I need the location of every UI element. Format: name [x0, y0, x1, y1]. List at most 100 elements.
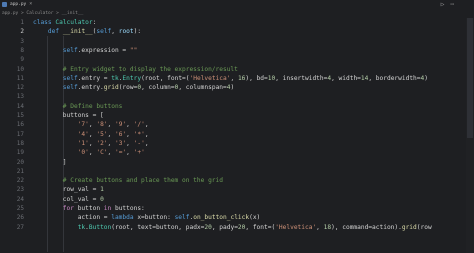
- line-number: 2: [20, 28, 24, 36]
- code-token: , columnspan=: [178, 84, 227, 92]
- line-number: 15: [16, 112, 24, 119]
- code-line[interactable]: class Calculator:: [33, 18, 96, 27]
- line-number: 17: [16, 130, 24, 138]
- vertical-scrollbar[interactable]: [466, 18, 474, 253]
- code-token: '9': [114, 121, 127, 129]
- code-line[interactable]: '1', '2', '3', '-',: [33, 139, 149, 148]
- code-token: (root, font=(: [141, 74, 190, 82]
- code-token: , column=: [141, 84, 175, 92]
- line-number: 13: [16, 93, 24, 101]
- code-token: Entry: [122, 74, 142, 82]
- line-number: 25: [16, 205, 24, 212]
- run-icon[interactable]: ▷: [441, 1, 445, 8]
- code-line[interactable]: '0', 'C', '=', '+': [33, 148, 145, 157]
- code-token: '*': [133, 130, 145, 138]
- code-line[interactable]: '7', '8', '9', '/',: [33, 120, 149, 129]
- code-line[interactable]: action = lambda x=button: self.on_button…: [33, 213, 261, 222]
- code-line[interactable]: buttons = [: [33, 111, 104, 120]
- code-token: (x): [249, 214, 261, 222]
- code-line[interactable]: row_val = 1: [33, 185, 104, 194]
- code-area[interactable]: class Calculator: def __init__(self, roo…: [33, 18, 443, 253]
- code-token: self: [96, 28, 112, 36]
- code-token: 'Helvetica': [275, 223, 317, 231]
- code-token: '2': [96, 139, 108, 147]
- line-number: 27: [16, 223, 24, 231]
- code-token: ,: [144, 121, 149, 129]
- code-token: 0: [100, 195, 104, 203]
- code-token: , width=: [331, 74, 361, 82]
- code-token: '8': [96, 121, 108, 129]
- code-token: '7': [77, 121, 89, 129]
- line-number: 8: [20, 46, 24, 54]
- breadcrumb[interactable]: app.py > Calculator > __init__: [2, 10, 83, 17]
- python-file-icon: [2, 1, 7, 7]
- code-token: def: [33, 28, 63, 36]
- code-token: Button: [88, 223, 112, 231]
- code-token: root: [118, 28, 134, 36]
- line-number: 3: [20, 37, 24, 45]
- code-token: # Create buttons and place them on the g…: [33, 177, 223, 185]
- code-line[interactable]: # Create buttons and place them on the g…: [33, 176, 223, 185]
- code-line[interactable]: ]: [33, 158, 67, 167]
- code-token: ): [230, 84, 235, 92]
- line-number: 12: [16, 84, 24, 92]
- code-token: ):: [133, 28, 142, 36]
- code-token: ,: [144, 130, 149, 138]
- code-token: for: [33, 205, 78, 212]
- code-token: ), bd=: [245, 74, 268, 82]
- code-line[interactable]: self.entry.grid(row=0, column=0, columns…: [33, 83, 234, 92]
- code-token: self: [33, 84, 78, 92]
- code-line[interactable]: self.expression = "": [33, 46, 138, 55]
- code-token: on_button_click: [193, 214, 250, 222]
- line-number: 14: [16, 102, 24, 110]
- code-token: '-': [133, 139, 145, 147]
- scrollbar-thumb[interactable]: [467, 18, 473, 138]
- line-number: 22: [16, 177, 24, 185]
- code-token: buttons = [: [33, 112, 104, 119]
- code-token: lambda: [111, 214, 138, 222]
- code-token: ,: [126, 139, 134, 147]
- code-line[interactable]: self.entry = tk.Entry(root, font=('Helve…: [33, 74, 428, 83]
- code-line[interactable]: col_val = 0: [33, 195, 104, 204]
- code-token: 18: [323, 223, 332, 231]
- code-token: (root, text=button, padx=: [111, 223, 205, 231]
- code-token: 20: [204, 223, 212, 231]
- code-line[interactable]: # Define buttons: [33, 102, 123, 111]
- code-token: # Define buttons: [33, 102, 123, 110]
- code-editor: app.py × ▷ ⋯ app.py > Calculator > __ini…: [0, 0, 474, 253]
- code-token: .entry.: [77, 84, 104, 92]
- code-line[interactable]: '4', '5', '6', '*',: [33, 130, 149, 139]
- code-token: col_val =: [33, 195, 101, 203]
- line-number: 26: [16, 214, 24, 222]
- code-line[interactable]: for button in buttons:: [33, 204, 145, 213]
- line-number: 1: [20, 19, 24, 26]
- code-token: .entry =: [77, 74, 112, 82]
- code-line[interactable]: tk.Button(root, text=button, padx=20, pa…: [33, 223, 432, 232]
- code-token: ,: [107, 139, 115, 147]
- line-number-gutter: 1 2 3 8 9 10 11 12 13 14 15 16 17 18 19 20 21 22 23 24 25 26 2…: [0, 18, 30, 253]
- code-token: '4': [77, 130, 89, 138]
- line-number: 10: [16, 65, 24, 73]
- close-icon[interactable]: ×: [29, 1, 32, 7]
- code-token: # Entry widget to display the expression…: [33, 65, 238, 73]
- code-token: :: [92, 19, 97, 26]
- code-token: buttons:: [114, 205, 145, 212]
- code-line[interactable]: # Entry widget to display the expression…: [33, 65, 238, 74]
- code-token: grid: [401, 223, 417, 231]
- code-line[interactable]: def __init__(self, root):: [33, 27, 141, 36]
- code-token: , borderwidth=: [368, 74, 421, 82]
- code-token: ): [424, 74, 428, 82]
- more-actions-icon[interactable]: ⋯: [450, 1, 454, 8]
- code-token: (row: [416, 223, 432, 231]
- code-token: self: [174, 214, 190, 222]
- code-token: '3': [114, 139, 127, 147]
- line-number: 24: [16, 195, 24, 203]
- code-token: '+': [133, 149, 145, 157]
- code-token: in: [103, 205, 115, 212]
- tab-app-py[interactable]: app.py ×: [2, 0, 32, 8]
- code-token: '/': [133, 121, 145, 129]
